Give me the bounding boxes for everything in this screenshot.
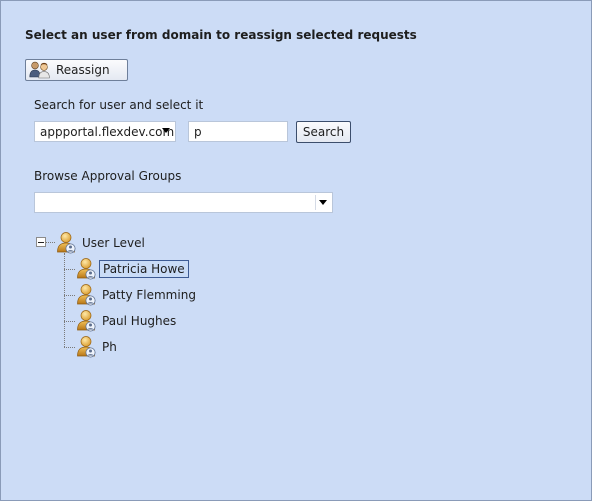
browse-groups-label: Browse Approval Groups xyxy=(34,169,182,183)
approval-groups-select[interactable] xyxy=(34,192,333,213)
user-icon xyxy=(75,257,97,281)
search-input[interactable] xyxy=(188,121,288,142)
reassign-panel: Select an user from domain to reassign s… xyxy=(0,0,592,501)
user-icon xyxy=(75,309,97,333)
tree-node-user[interactable]: Ph xyxy=(99,338,120,356)
tree-node-user[interactable]: Paul Hughes xyxy=(99,312,179,330)
tree-node-user-level[interactable]: User Level xyxy=(79,234,148,252)
tree-connector xyxy=(64,321,75,322)
reassign-button-label: Reassign xyxy=(56,63,110,77)
users-reassign-icon xyxy=(29,61,50,79)
domain-select[interactable]: appportal.flexdev.com xyxy=(34,121,176,142)
chevron-down-icon xyxy=(319,200,327,205)
user-icon xyxy=(75,335,97,359)
tree-connector xyxy=(64,347,75,348)
search-label: Search for user and select it xyxy=(34,98,204,112)
select-divider xyxy=(315,195,316,210)
search-button[interactable]: Search xyxy=(296,121,351,143)
user-icon xyxy=(75,283,97,307)
tree-connector xyxy=(46,242,55,243)
panel-heading: Select an user from domain to reassign s… xyxy=(25,28,417,42)
tree-connector xyxy=(64,295,75,296)
chevron-down-icon xyxy=(162,128,170,133)
tree-node-user[interactable]: Patty Flemming xyxy=(99,286,199,304)
tree-connector xyxy=(64,253,65,347)
tree-collapse-toggle[interactable] xyxy=(36,237,46,247)
domain-select-value: appportal.flexdev.com xyxy=(40,124,175,139)
user-group-icon xyxy=(55,231,77,255)
tree-connector xyxy=(64,269,75,270)
reassign-button[interactable]: Reassign xyxy=(25,59,128,81)
tree-node-user[interactable]: Patricia Howe xyxy=(99,260,189,278)
